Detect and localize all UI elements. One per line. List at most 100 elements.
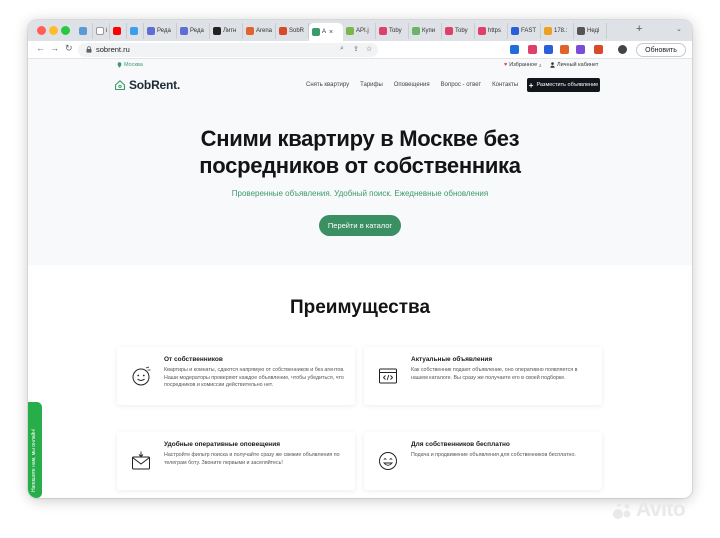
browser-tab[interactable] bbox=[76, 23, 93, 39]
house-logo-icon bbox=[114, 80, 126, 91]
back-arrow-icon[interactable]: ← bbox=[36, 43, 45, 53]
address-bar[interactable]: sobrent.ru ⌕ ⇪ ☆ bbox=[78, 43, 378, 57]
browser-toolbar: ← → ↻ sobrent.ru ⌕ ⇪ ☆ Обновить bbox=[28, 41, 692, 59]
tab-active[interactable]: А × bbox=[309, 23, 343, 41]
close-window-button[interactable] bbox=[37, 26, 46, 35]
minimize-window-button[interactable] bbox=[49, 26, 58, 35]
avito-watermark-text: Avito bbox=[636, 498, 686, 521]
location-pin-icon bbox=[117, 62, 122, 68]
tab-strip: i Реда Реда Литн Arena SobR А × API.j Toby Купи Tob… bbox=[28, 20, 692, 41]
avito-watermark: Avito bbox=[612, 498, 686, 522]
share-icon[interactable]: ⇪ bbox=[353, 45, 359, 53]
tab-label: Купи bbox=[422, 28, 436, 34]
envelope-icon bbox=[132, 451, 150, 470]
favorites-link[interactable]: ♥ Избранное 2 bbox=[504, 62, 541, 68]
user-icon bbox=[550, 62, 555, 68]
advantage-card: От собственников Квартиры и комнаты, сда… bbox=[117, 347, 355, 405]
tab-favicon-icon bbox=[79, 27, 87, 35]
web-page: Москва ♥ Избранное 2 Личный кабинет SobRe… bbox=[28, 59, 692, 498]
favorites-label: Избранное bbox=[509, 62, 538, 68]
browser-tab[interactable]: SobR bbox=[276, 23, 309, 39]
tab-favicon-icon bbox=[346, 27, 354, 35]
tab-favicon-icon bbox=[544, 27, 552, 35]
nav-link[interactable]: Снять квартиру bbox=[306, 82, 349, 88]
tab-label: https bbox=[488, 28, 502, 34]
city-label: Москва bbox=[124, 62, 143, 68]
nav-link[interactable]: Оповещения bbox=[394, 82, 430, 88]
tab-favicon-icon bbox=[180, 27, 188, 35]
advantage-title: Для собственников бесплатно bbox=[411, 441, 510, 448]
close-tab-icon[interactable]: × bbox=[329, 29, 333, 36]
profile-avatar[interactable] bbox=[618, 45, 627, 54]
browser-tab[interactable] bbox=[110, 23, 127, 39]
site-logo[interactable]: SobRent. bbox=[114, 78, 180, 92]
browser-tab[interactable]: Купи bbox=[409, 23, 442, 39]
tab-label: 178.: bbox=[554, 28, 568, 34]
nav-link[interactable]: Тарифы bbox=[360, 82, 383, 88]
tab-label: FAST bbox=[521, 28, 537, 34]
tab-label: Реда bbox=[157, 28, 171, 34]
browser-tab[interactable]: Toby bbox=[376, 23, 409, 39]
advantage-card: Для собственников бесплатно Подача и про… bbox=[364, 432, 602, 490]
logo-text: SobRent. bbox=[129, 78, 181, 92]
advantage-title: Удобные оперативные оповещения bbox=[164, 441, 281, 448]
tab-favicon-icon bbox=[130, 27, 138, 35]
reload-icon[interactable]: ↻ bbox=[65, 43, 73, 54]
tab-search-icon[interactable]: ⌄ bbox=[676, 25, 682, 33]
extension-icon[interactable] bbox=[510, 45, 519, 54]
nav-link[interactable]: Вопрос - ответ bbox=[441, 82, 482, 88]
browser-tab[interactable]: Реда bbox=[144, 23, 177, 39]
extension-icon[interactable] bbox=[528, 45, 537, 54]
advantage-text: Квартиры и комнаты, сдаются напрямую от … bbox=[164, 367, 345, 389]
update-browser-button[interactable]: Обновить bbox=[636, 43, 686, 57]
post-ad-button[interactable]: + Разместить объявление bbox=[527, 78, 600, 92]
tab-label: Arena bbox=[256, 28, 273, 34]
tab-favicon-icon bbox=[113, 27, 121, 35]
browser-tab[interactable]: API.j bbox=[343, 23, 376, 39]
browser-tab[interactable]: Реда bbox=[177, 23, 210, 39]
browser-tabs: i Реда Реда Литн Arena SobR А × API.j Toby Купи Tob… bbox=[76, 23, 607, 41]
advantage-text: Как собственник подают объявление, оно о… bbox=[411, 367, 578, 381]
forward-arrow-icon[interactable]: → bbox=[50, 43, 59, 53]
code-window-icon bbox=[379, 368, 397, 384]
extension-icon[interactable] bbox=[594, 45, 603, 54]
heart-icon: ♥ bbox=[504, 62, 508, 68]
tab-favicon-icon bbox=[279, 27, 287, 35]
maximize-window-button[interactable] bbox=[61, 26, 70, 35]
browser-tab[interactable]: i bbox=[93, 23, 110, 39]
chat-widget[interactable]: Напишите нам, мы онлайн! bbox=[28, 402, 42, 498]
go-to-catalog-button[interactable]: Перейти в каталог bbox=[319, 215, 401, 236]
cabinet-link[interactable]: Личный кабинет bbox=[550, 62, 598, 68]
advantage-text: Подача и продвижение объявления для собс… bbox=[411, 452, 576, 458]
city-selector[interactable]: Москва bbox=[117, 62, 143, 68]
extension-icon[interactable] bbox=[544, 45, 553, 54]
browser-tab[interactable]: 178.: bbox=[541, 23, 574, 39]
browser-tab[interactable]: Литн bbox=[210, 23, 243, 39]
plus-icon: + bbox=[528, 80, 534, 90]
extension-icon[interactable] bbox=[576, 45, 585, 54]
browser-tab[interactable]: Toby bbox=[442, 23, 475, 39]
url-text: sobrent.ru bbox=[96, 45, 130, 54]
bookmark-star-icon[interactable]: ☆ bbox=[366, 45, 372, 53]
browser-tab[interactable]: FAST bbox=[508, 23, 541, 39]
tab-label: Реда bbox=[190, 28, 204, 34]
tab-favicon-icon bbox=[478, 27, 486, 35]
tab-favicon-icon bbox=[246, 27, 254, 35]
tab-label: Литн bbox=[223, 28, 237, 34]
tab-label: Toby bbox=[389, 28, 402, 34]
zoom-icon[interactable]: ⌕ bbox=[340, 45, 344, 53]
advantage-title: Актуальные объявления bbox=[411, 356, 493, 363]
new-tab-button[interactable]: + bbox=[636, 23, 642, 35]
tab-label: Toby bbox=[455, 28, 468, 34]
tab-label: i bbox=[106, 28, 108, 34]
hero-title: Сними квартиру в Москве без посредников … bbox=[88, 125, 632, 179]
extension-icon[interactable] bbox=[560, 45, 569, 54]
nav-link[interactable]: Контакты bbox=[492, 82, 518, 88]
browser-tab[interactable]: Arena bbox=[243, 23, 276, 39]
tab-label: Неді bbox=[587, 28, 600, 34]
browser-tab[interactable]: https bbox=[475, 23, 508, 39]
browser-tab[interactable]: Неді bbox=[574, 23, 607, 39]
hero-subtitle: Проверенные объявления. Удобный поиск. Е… bbox=[231, 189, 489, 198]
browser-tab[interactable] bbox=[127, 23, 144, 39]
hero-title-line-1: Сними квартиру в Москве без bbox=[200, 126, 520, 151]
